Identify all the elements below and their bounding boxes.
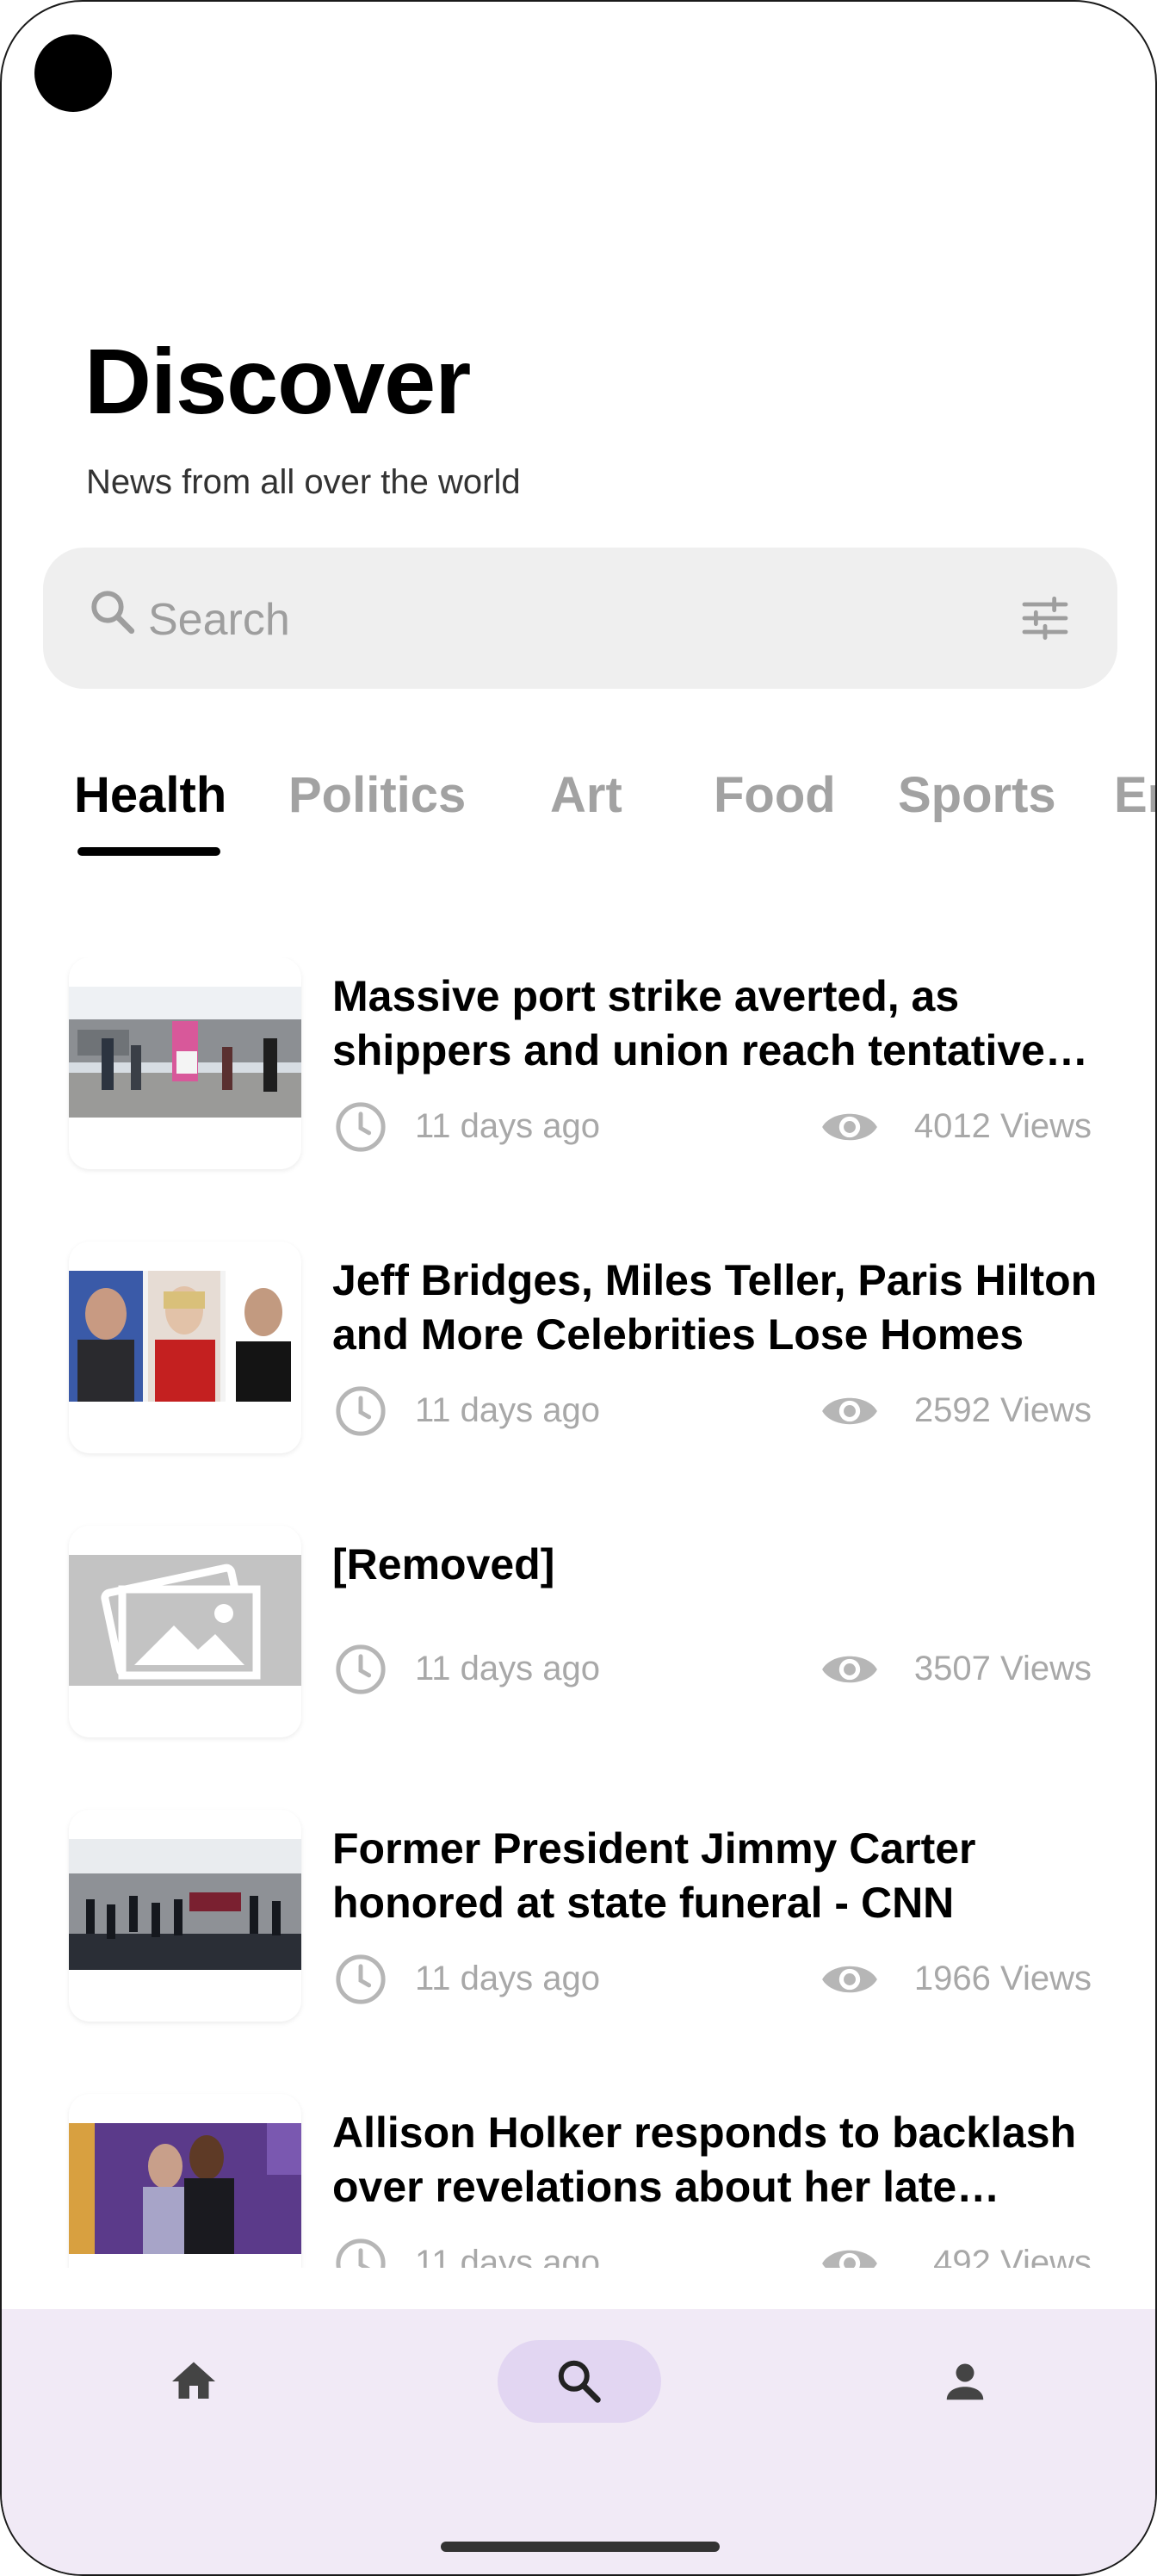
article-views: 492 Views [933, 2244, 1092, 2268]
article-time: 11 days ago [415, 1650, 600, 1687]
tab-entertainment[interactable]: En [1114, 766, 1155, 824]
tab-art[interactable]: Art [550, 766, 622, 824]
clock-icon [336, 1386, 386, 1436]
page-title: Discover [84, 329, 471, 433]
nav-home[interactable] [112, 2340, 275, 2423]
article-item[interactable]: [Removed] 11 days ago 3507 Views [2, 1526, 1155, 1741]
phone-screen: Discover News from all over the world He… [0, 0, 1157, 2576]
article-views: 4012 Views [913, 1107, 1092, 1145]
article-time: 11 days ago [415, 1391, 600, 1429]
clock-icon [336, 1644, 386, 1694]
article-time: 11 days ago [415, 1960, 600, 1997]
article-headline[interactable]: Massive port strike averted, as shippers… [332, 969, 1100, 1078]
article-headline[interactable]: Jeff Bridges, Miles Teller, Paris Hilton… [332, 1254, 1100, 1362]
article-thumbnail [69, 957, 301, 1169]
page-subtitle: News from all over the world [86, 463, 521, 501]
article-list: Massive port strike averted, as shippers… [2, 957, 1155, 2268]
search-icon [558, 2360, 601, 2403]
eye-icon [822, 1397, 877, 1425]
clock-icon [336, 1954, 386, 2004]
article-time: 11 days ago [415, 2244, 600, 2268]
article-item[interactable]: Jeff Bridges, Miles Teller, Paris Hilton… [2, 1242, 1155, 1457]
article-headline[interactable]: Allison Holker responds to backlash over… [332, 2106, 1100, 2214]
bottom-navigation [2, 2309, 1155, 2574]
home-icon [172, 2362, 215, 2399]
nav-search[interactable] [498, 2340, 661, 2423]
nav-profile[interactable] [883, 2340, 1047, 2423]
tab-sports[interactable]: Sports [898, 766, 1056, 824]
article-meta: 11 days ago 3507 Views [332, 1639, 1092, 1700]
person-icon [946, 2363, 984, 2400]
article-headline[interactable]: Former President Jimmy Carter honored at… [332, 1822, 1100, 1930]
search-input[interactable] [146, 580, 925, 659]
eye-icon [822, 1966, 877, 1993]
article-meta: 11 days ago 1966 Views [332, 1949, 1092, 2009]
funeral-photo [69, 1839, 301, 1970]
article-views: 2592 Views [913, 1391, 1092, 1429]
article-meta: 11 days ago 492 Views [332, 2233, 1092, 2268]
article-item[interactable]: Massive port strike averted, as shippers… [2, 957, 1155, 1173]
article-thumbnail [69, 1810, 301, 2022]
eye-icon [822, 2250, 877, 2268]
article-headline[interactable]: [Removed] [332, 1538, 1100, 1592]
tab-food[interactable]: Food [714, 766, 836, 824]
article-thumbnail [69, 2094, 301, 2268]
article-item[interactable]: Allison Holker responds to backlash over… [2, 2094, 1155, 2268]
search-icon [91, 591, 135, 635]
article-views: 1966 Views [913, 1960, 1092, 1997]
clock-icon [336, 1102, 386, 1152]
protest-photo [69, 987, 301, 1118]
camera-cutout [34, 34, 112, 112]
article-meta: 11 days ago 4012 Views [332, 1097, 1092, 1157]
image-placeholder-icon [69, 1555, 301, 1686]
article-thumbnail [69, 1526, 301, 1737]
eye-icon [822, 1113, 877, 1141]
active-tab-indicator [77, 847, 220, 856]
eye-icon [822, 1656, 877, 1683]
category-tabs: Health Politics Art Food Sports En [2, 759, 1155, 863]
tab-health[interactable]: Health [74, 766, 226, 824]
clock-icon [336, 2239, 386, 2268]
search-bar[interactable] [43, 548, 1117, 689]
article-thumbnail [69, 1242, 301, 1453]
article-views: 3507 Views [913, 1650, 1092, 1687]
celebrities-photo [69, 1271, 301, 1402]
article-meta: 11 days ago 2592 Views [332, 1381, 1092, 1441]
article-time: 11 days ago [415, 1107, 600, 1145]
article-item[interactable]: Former President Jimmy Carter honored at… [2, 1810, 1155, 2025]
tab-politics[interactable]: Politics [288, 766, 466, 824]
tune-icon[interactable] [1018, 591, 1073, 646]
home-gesture-bar[interactable] [441, 2542, 720, 2552]
couple-photo [69, 2123, 301, 2254]
